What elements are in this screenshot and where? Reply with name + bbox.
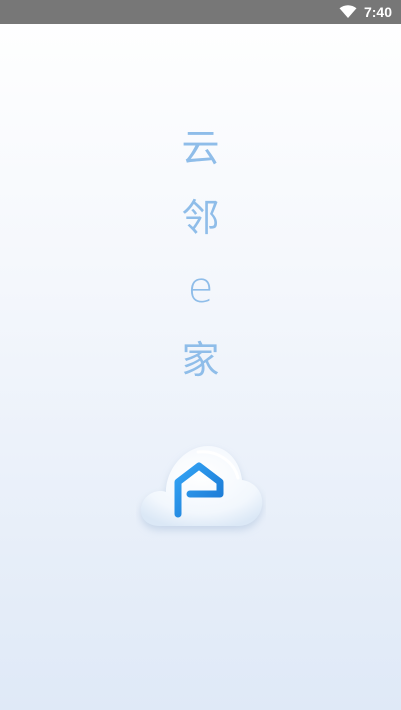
- app-title-char-4: 家: [181, 338, 220, 382]
- app-title-char-1: 云: [181, 126, 220, 170]
- app-title-char-3: e: [187, 263, 214, 312]
- app-title-char-2: 邻: [181, 196, 220, 240]
- status-bar: 7:40: [0, 0, 401, 24]
- cloud-house-logo: [140, 446, 263, 526]
- status-time: 7:40: [363, 4, 392, 20]
- wifi-icon: [339, 5, 357, 18]
